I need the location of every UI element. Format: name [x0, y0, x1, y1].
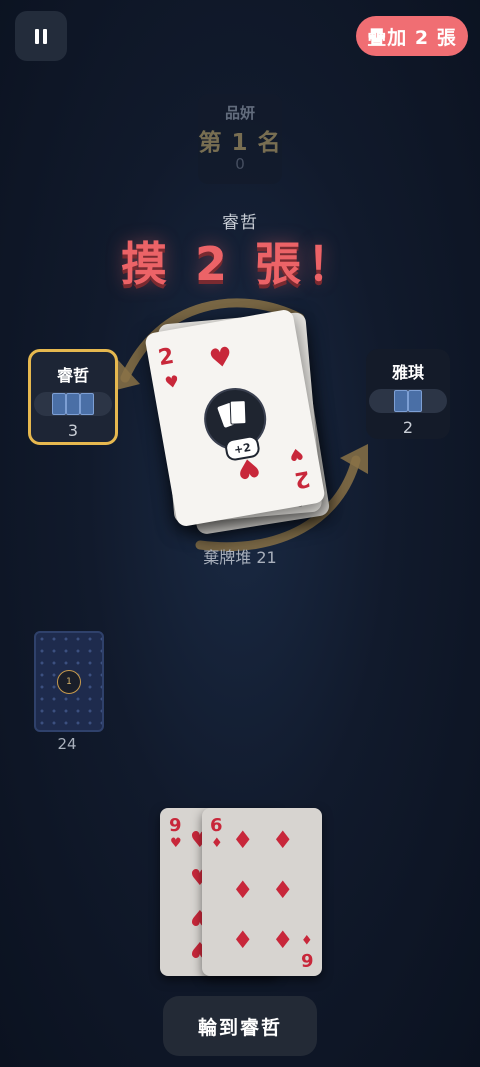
mini-card-icon	[66, 393, 80, 415]
diamond-suit-icon: ♦	[232, 926, 254, 954]
turn-status-button[interactable]: 輪到睿哲	[163, 996, 317, 1056]
diamond-suit-icon: ♦	[301, 931, 313, 946]
left-player-hand-indicator	[34, 392, 112, 416]
right-player-hand-indicator	[369, 389, 447, 413]
top-card-rank-bottom: 2	[292, 465, 312, 493]
diamond-suit-icon: ♦	[211, 836, 223, 851]
hand-card-rank: 6	[210, 815, 223, 836]
hand-card-rank-bottom: 6	[301, 949, 314, 970]
mini-card-icon	[394, 390, 408, 412]
hand-card[interactable]: 6 ♦ ♦ ♦ ♦ ♦ ♦ ♦ ♦ 6	[202, 808, 322, 976]
top-card-rank: 2	[156, 343, 176, 372]
heart-suit-icon: ♥	[207, 341, 236, 376]
diamond-suit-icon: ♦	[232, 876, 254, 904]
left-player-panel: 睿哲 3	[28, 349, 118, 445]
mini-card-icon	[408, 390, 422, 412]
draw-deck[interactable]: 1	[34, 631, 104, 732]
heart-suit-icon: ♥	[287, 443, 305, 466]
diamond-suit-icon: ♦	[272, 876, 294, 904]
discard-pile-label: 棄牌堆 21	[203, 548, 277, 567]
deck-count: 24	[57, 735, 77, 753]
right-player-card-count: 2	[402, 418, 414, 437]
heart-suit-icon: ♥	[170, 836, 182, 851]
right-player-name: 雅琪	[391, 363, 424, 382]
mini-card-icon	[52, 393, 66, 415]
hand-card-rank: 9	[169, 815, 182, 836]
heart-suit-icon: ♥	[163, 371, 181, 393]
left-player-card-count: 3	[67, 421, 79, 440]
diamond-suit-icon: ♦	[272, 926, 294, 954]
diamond-suit-icon: ♦	[272, 826, 294, 854]
right-player-panel: 雅琪 2	[366, 349, 450, 439]
deck-emblem-icon: 1	[57, 670, 81, 694]
left-player-name: 睿哲	[56, 366, 89, 385]
diamond-suit-icon: ♦	[232, 826, 254, 854]
mini-card-icon	[80, 393, 94, 415]
